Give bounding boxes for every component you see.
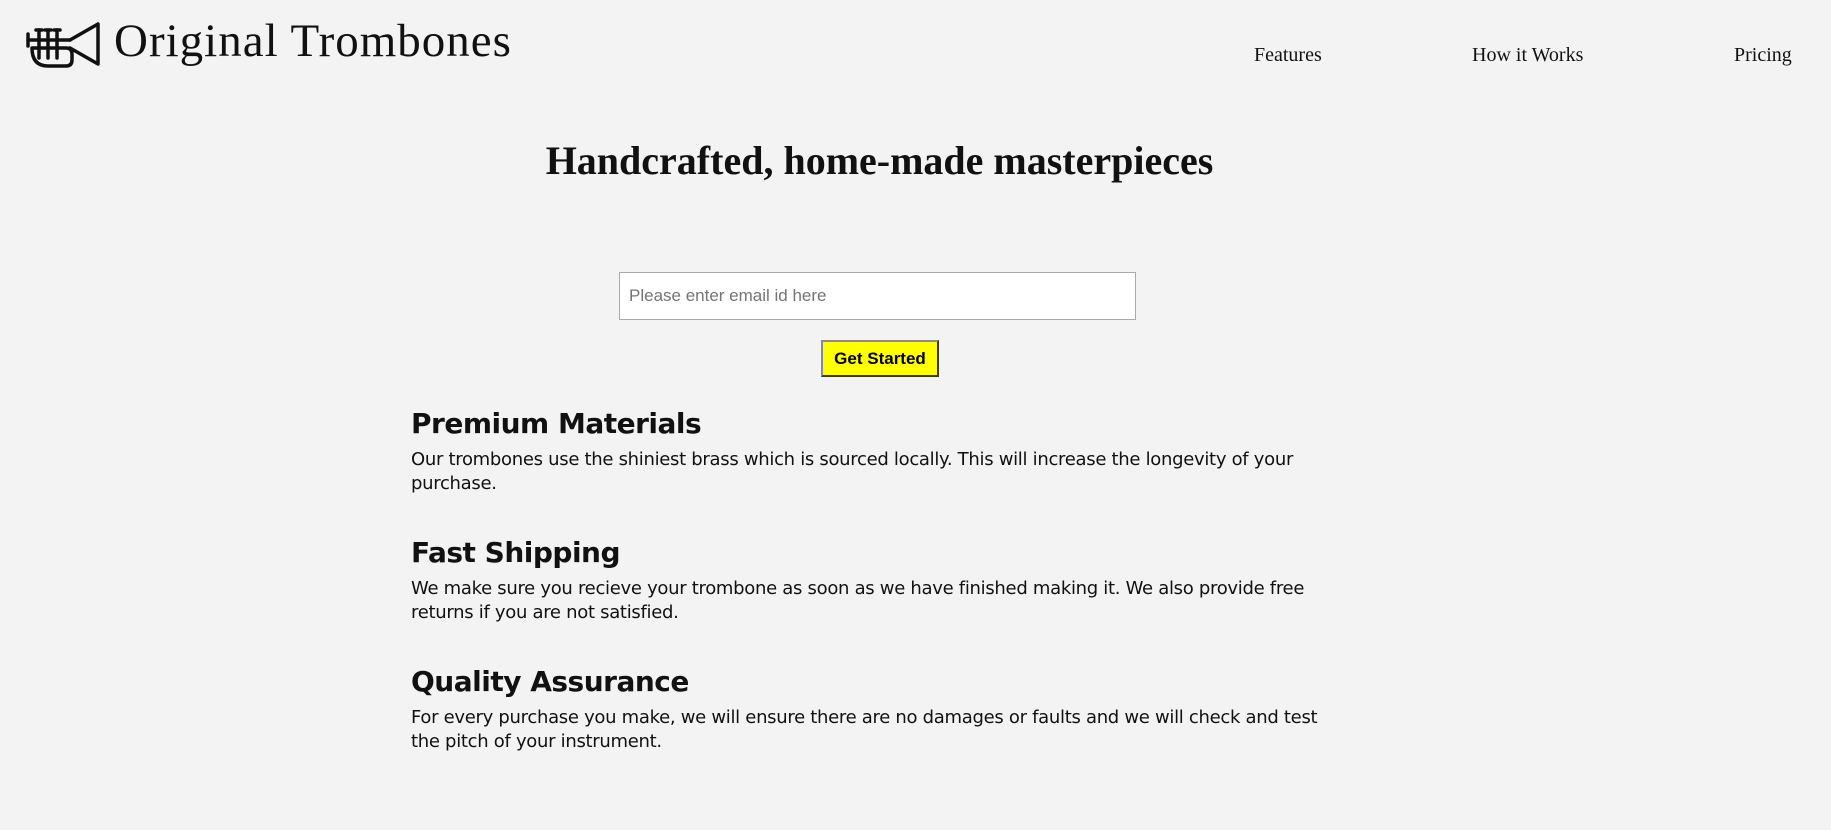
feature-quality-assurance: Quality Assurance For every purchase you… bbox=[411, 664, 1341, 754]
nav-link-pricing[interactable]: Pricing bbox=[1734, 44, 1792, 67]
feature-description: We make sure you recieve your trombone a… bbox=[411, 578, 1305, 623]
trumpet-icon bbox=[26, 22, 100, 68]
feature-title: Premium Materials bbox=[411, 407, 702, 440]
hero-title: Handcrafted, home-made masterpieces bbox=[545, 138, 1214, 183]
feature-description: For every purchase you make, we will ens… bbox=[411, 707, 1318, 752]
feature-fast-shipping: Fast Shipping We make sure you recieve y… bbox=[411, 535, 1341, 625]
feature-title: Fast Shipping bbox=[411, 536, 621, 569]
get-started-button[interactable]: Get Started bbox=[821, 340, 939, 377]
brand-name: Original Trombones bbox=[114, 15, 512, 67]
brand-logo[interactable]: Original Trombones bbox=[26, 15, 512, 72]
nav-link-features[interactable]: Features bbox=[1254, 44, 1322, 67]
feature-title: Quality Assurance bbox=[411, 665, 689, 698]
nav-link-how-it-works[interactable]: How it Works bbox=[1472, 44, 1583, 67]
email-input[interactable] bbox=[619, 272, 1136, 320]
feature-description: Our trombones use the shiniest brass whi… bbox=[411, 449, 1294, 494]
site-header: Original Trombones Features How it Works… bbox=[0, 0, 1831, 96]
feature-premium-materials: Premium Materials Our trombones use the … bbox=[411, 406, 1341, 496]
